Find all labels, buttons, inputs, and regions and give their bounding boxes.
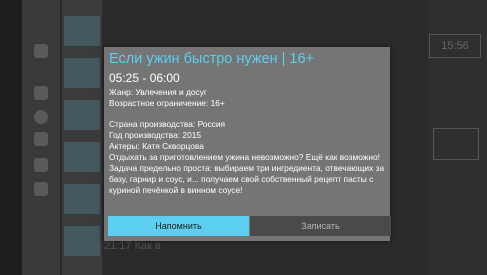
- program-description: Отдыхать за приготовлением ужина невозмо…: [109, 152, 385, 195]
- info-icon[interactable]: [34, 110, 48, 124]
- record-button[interactable]: Записать: [250, 216, 391, 236]
- channel-thumb[interactable]: [64, 100, 100, 130]
- channel-thumb[interactable]: [64, 16, 100, 46]
- grid-icon[interactable]: [34, 44, 48, 58]
- tv-icon[interactable]: [34, 86, 48, 100]
- program-age-rating: Возрастное ограничение: 16+: [109, 98, 225, 108]
- channel-thumb[interactable]: [64, 184, 100, 214]
- remind-button[interactable]: Напомнить: [108, 216, 249, 236]
- program-info-dialog: Если ужин быстро нужен | 16+ 05:25 - 06:…: [104, 47, 391, 241]
- calendar-icon: [433, 128, 479, 160]
- program-title: Если ужин быстро нужен | 16+: [109, 51, 314, 67]
- program-year: Год производства: 2015: [109, 130, 202, 140]
- clock-badge: 15:56: [429, 34, 481, 58]
- program-genre: Жанр: Увлечения и досуг: [109, 87, 207, 97]
- left-rail: [0, 0, 22, 275]
- film-icon[interactable]: [34, 132, 48, 146]
- heart-icon[interactable]: [34, 158, 48, 172]
- program-country: Страна производства: Россия: [109, 119, 226, 129]
- footer-program: 21:17 Как в: [104, 240, 161, 252]
- program-actors: Актеры: Катя Скворцова: [109, 141, 204, 151]
- channel-thumb[interactable]: [64, 226, 100, 256]
- channel-thumb[interactable]: [64, 58, 100, 88]
- channel-thumb[interactable]: [64, 142, 100, 172]
- program-time: 05:25 - 06:00: [109, 71, 180, 85]
- settings-icon[interactable]: [34, 182, 48, 196]
